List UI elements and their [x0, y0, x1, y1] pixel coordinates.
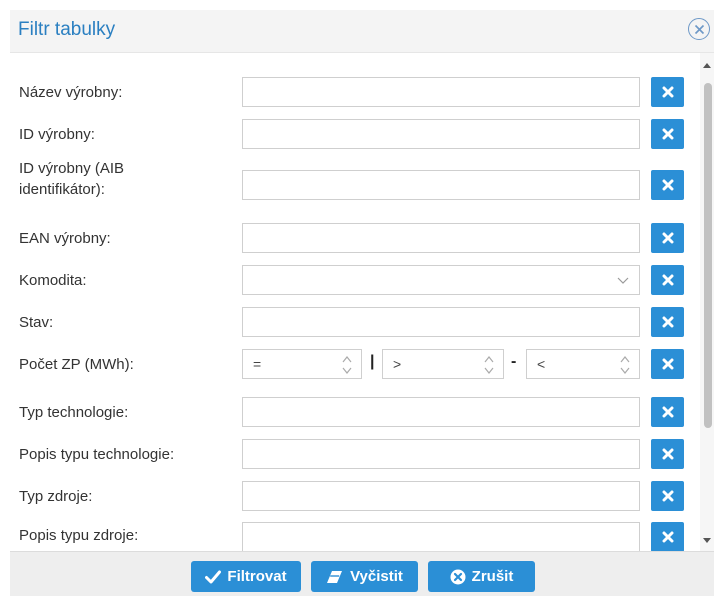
popistech-input[interactable] — [242, 439, 640, 469]
dialog-titlebar: Filtr tabulky — [10, 10, 714, 53]
clear-komodita-button[interactable] — [651, 265, 684, 295]
cancel-circle-icon — [450, 569, 466, 584]
popiszdroje-input[interactable] — [242, 522, 640, 551]
scroll-up-icon[interactable] — [703, 63, 711, 68]
close-icon — [662, 490, 673, 502]
pocet-eq-spinner[interactable]: = — [242, 349, 362, 379]
clear-nazev-button[interactable] — [651, 77, 684, 107]
clear-pocet-button[interactable] — [651, 349, 684, 379]
close-icon — [662, 232, 673, 244]
vertical-scrollbar[interactable] — [700, 53, 714, 551]
label-stav: Stav: — [19, 314, 54, 331]
chevron-down-icon — [617, 277, 629, 284]
spinner-arrows-icon — [620, 356, 630, 374]
label-pocet: Počet ZP (MWh): — [19, 356, 134, 373]
label-komodita: Komodita: — [19, 272, 87, 289]
close-icon — [662, 406, 673, 418]
pocet-lt-spinner[interactable]: < — [526, 349, 640, 379]
close-icon — [662, 358, 673, 370]
clear-id-button[interactable] — [651, 119, 684, 149]
separator-dash: - — [511, 353, 517, 370]
label-aib: ID výrobny (AIB identifikátor): — [19, 158, 239, 200]
label-typtech: Typ technologie: — [19, 404, 129, 421]
close-icon[interactable] — [688, 18, 710, 40]
label-popistech: Popis typu technologie: — [19, 446, 175, 463]
filter-button[interactable]: Filtrovat — [191, 561, 301, 592]
scroll-thumb[interactable] — [704, 83, 712, 428]
label-ean: EAN výrobny: — [19, 230, 111, 247]
clear-stav-button[interactable] — [651, 307, 684, 337]
filter-form: Název výrobny: ID výrobny: ID výrobny (A… — [10, 53, 714, 551]
nazev-input[interactable] — [242, 77, 640, 107]
spinner-arrows-icon — [342, 356, 352, 374]
scroll-down-icon[interactable] — [703, 538, 711, 543]
close-icon — [662, 179, 673, 191]
clear-popiszdroje-button[interactable] — [651, 522, 684, 551]
close-icon — [662, 274, 673, 286]
clear-typzdroje-button[interactable] — [651, 481, 684, 511]
eraser-icon — [327, 570, 343, 583]
close-icon — [662, 316, 673, 328]
clear-button-label: Vyčistit — [350, 568, 403, 585]
cancel-button[interactable]: Zrušit — [428, 561, 535, 592]
op-equals: = — [253, 356, 262, 372]
clear-button[interactable]: Vyčistit — [311, 561, 418, 592]
filter-button-label: Filtrovat — [227, 568, 287, 585]
dialog-footer: Filtrovat Vyčistit Zrušit — [10, 551, 714, 596]
label-popiszdroje: Popis typu zdroje: — [19, 527, 139, 544]
aib-input[interactable] — [242, 170, 640, 200]
clear-aib-button[interactable] — [651, 170, 684, 200]
close-icon — [662, 86, 673, 98]
separator-bar: | — [370, 353, 375, 370]
id-input[interactable] — [242, 119, 640, 149]
typtech-input[interactable] — [242, 397, 640, 427]
typzdroje-input[interactable] — [242, 481, 640, 511]
label-aib-line2: identifikátor): — [19, 181, 105, 198]
close-icon — [662, 448, 673, 460]
stav-input[interactable] — [242, 307, 640, 337]
spinner-arrows-icon — [484, 356, 494, 374]
clear-popistech-button[interactable] — [651, 439, 684, 469]
clear-ean-button[interactable] — [651, 223, 684, 253]
close-icon — [662, 531, 673, 543]
label-aib-line1: ID výrobny (AIB — [19, 160, 125, 177]
clear-typtech-button[interactable] — [651, 397, 684, 427]
ean-input[interactable] — [242, 223, 640, 253]
dialog-title: Filtr tabulky — [18, 19, 116, 40]
komodita-select[interactable] — [242, 265, 640, 295]
cancel-button-label: Zrušit — [471, 568, 514, 585]
filter-dialog: Filtr tabulky Název výrobny: ID výrobny: — [10, 10, 714, 596]
label-nazev: Název výrobny: — [19, 84, 123, 101]
label-typzdroje: Typ zdroje: — [19, 488, 93, 505]
close-icon — [662, 128, 673, 140]
op-greater: > — [393, 356, 402, 372]
op-less: < — [537, 356, 546, 372]
check-icon — [205, 570, 222, 583]
pocet-gt-spinner[interactable]: > — [382, 349, 504, 379]
label-id: ID výrobny: — [19, 126, 95, 143]
